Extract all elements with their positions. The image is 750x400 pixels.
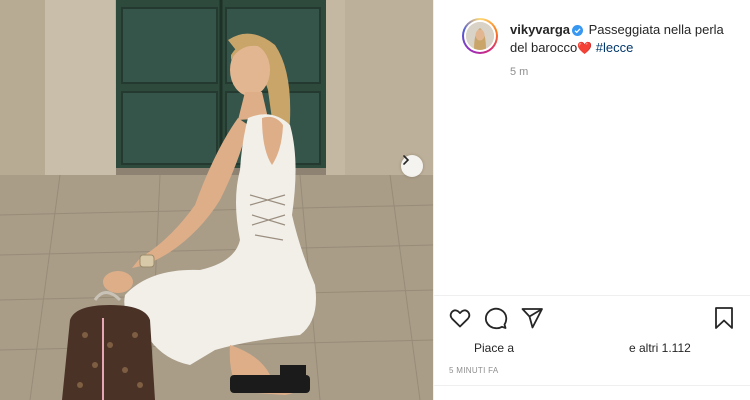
divider [434, 385, 750, 386]
heart-emoji: ❤️ [577, 41, 593, 55]
hashtag-link[interactable]: #lecce [596, 40, 634, 55]
likes-count[interactable]: e altri 1.112 [629, 341, 691, 355]
avatar[interactable] [462, 18, 498, 54]
share-button[interactable] [520, 306, 544, 330]
post-timestamp[interactable]: 5 MINUTI FA [449, 366, 499, 375]
carousel-next-button[interactable] [401, 155, 423, 177]
action-bar [448, 306, 744, 332]
speech-bubble-icon [484, 307, 508, 330]
divider [434, 295, 750, 296]
verified-badge-icon [572, 25, 583, 36]
heart-outline-icon [449, 309, 471, 328]
post-side-panel: vikyvarga Passeggiata nella perla del ba… [433, 0, 750, 400]
bookmark-icon [715, 307, 733, 329]
save-button[interactable] [712, 306, 736, 330]
avatar-border [464, 20, 496, 52]
comment-button[interactable] [484, 306, 508, 330]
avatar-image [466, 22, 494, 50]
chevron-right-icon [403, 155, 410, 165]
caption-row: vikyvarga Passeggiata nella perla del ba… [462, 18, 742, 57]
like-button[interactable] [448, 306, 472, 330]
paper-plane-icon [521, 308, 543, 329]
likes-prefix: Piace a [474, 341, 515, 355]
likes-summary[interactable]: Piace a e altri 1.112 [474, 341, 734, 357]
photo-illustration [0, 0, 433, 400]
username-link[interactable]: vikyvarga [510, 22, 570, 37]
instagram-post: vikyvarga Passeggiata nella perla del ba… [0, 0, 750, 400]
caption-time: 5 m [510, 66, 529, 78]
caption: vikyvarga Passeggiata nella perla del ba… [510, 21, 730, 57]
post-photo[interactable] [0, 0, 433, 400]
